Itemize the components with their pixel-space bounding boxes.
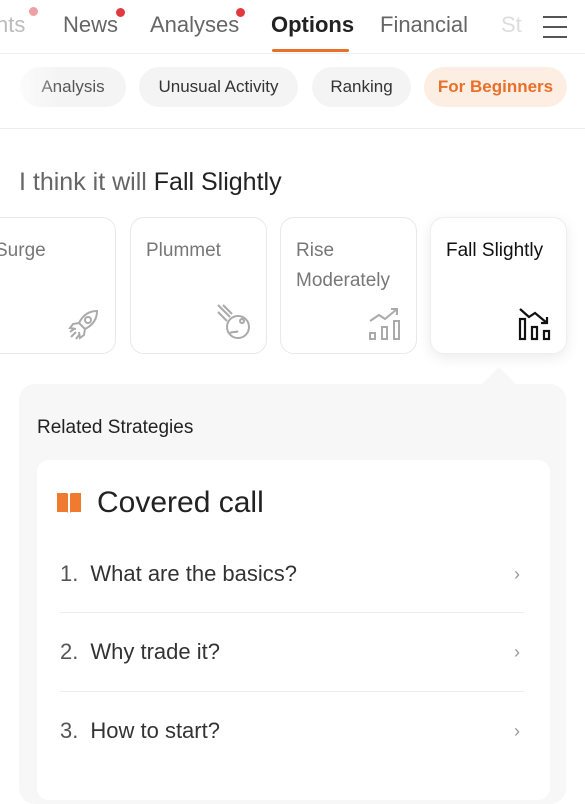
chart-rise-icon	[369, 308, 400, 340]
pill-ranking[interactable]: Ranking	[312, 67, 411, 107]
strategy-title: Covered call	[97, 486, 264, 519]
card-label: Fall Slightly	[446, 240, 544, 261]
tab-more[interactable]: St	[501, 12, 522, 38]
strategy-item[interactable]: 2. Why trade it? ›	[60, 622, 524, 682]
divider	[60, 612, 524, 613]
item-text: How to start?	[90, 718, 220, 743]
divider	[60, 691, 524, 692]
book-icon	[57, 493, 81, 513]
chevron-right-icon: ›	[514, 641, 520, 662]
divider	[0, 128, 585, 129]
chevron-right-icon: ›	[514, 720, 520, 741]
pill-unusual-activity[interactable]: Unusual Activity	[139, 67, 298, 107]
divider	[0, 53, 585, 54]
item-number: 3.	[60, 718, 79, 743]
tab-financial[interactable]: Financial	[380, 12, 468, 38]
tab-options[interactable]: Options	[271, 12, 354, 38]
item-number: 2.	[60, 639, 79, 664]
tab-events[interactable]: nts	[0, 12, 25, 38]
rocket-icon	[68, 309, 99, 340]
fade-mask	[0, 60, 60, 115]
card-rise-moderately[interactable]: Rise Moderately	[280, 217, 417, 354]
card-fall-slightly[interactable]: Fall Slightly	[430, 217, 567, 354]
notification-dot	[116, 8, 125, 17]
prediction-heading: I think it will Fall Slightly	[19, 168, 282, 197]
chart-fall-icon	[518, 308, 551, 341]
card-surge[interactable]: Surge	[0, 217, 116, 354]
hamburger-menu-icon[interactable]	[543, 16, 567, 46]
strategy-item[interactable]: 3. How to start? ›	[60, 701, 524, 761]
strategy-item[interactable]: 1. What are the basics? ›	[60, 544, 524, 604]
active-tab-indicator	[272, 49, 349, 52]
related-strategies-label: Related Strategies	[37, 417, 194, 438]
card-label: Rise Moderately	[296, 240, 390, 291]
item-text: Why trade it?	[90, 639, 220, 664]
card-label: Surge	[0, 240, 46, 261]
card-plummet[interactable]: Plummet	[130, 217, 267, 354]
chevron-right-icon: ›	[514, 563, 520, 584]
tab-analyses[interactable]: Analyses	[150, 12, 239, 38]
pill-for-beginners[interactable]: For Beginners	[424, 67, 567, 107]
meteor-icon	[217, 304, 250, 339]
card-label: Plummet	[146, 240, 221, 261]
tab-news[interactable]: News	[63, 12, 118, 38]
item-text: What are the basics?	[90, 561, 298, 586]
heading-prefix: I think it will	[19, 168, 154, 196]
notification-dot	[236, 8, 245, 17]
heading-choice: Fall Slightly	[153, 168, 282, 196]
notification-dot	[29, 7, 38, 16]
item-number: 1.	[60, 561, 79, 586]
